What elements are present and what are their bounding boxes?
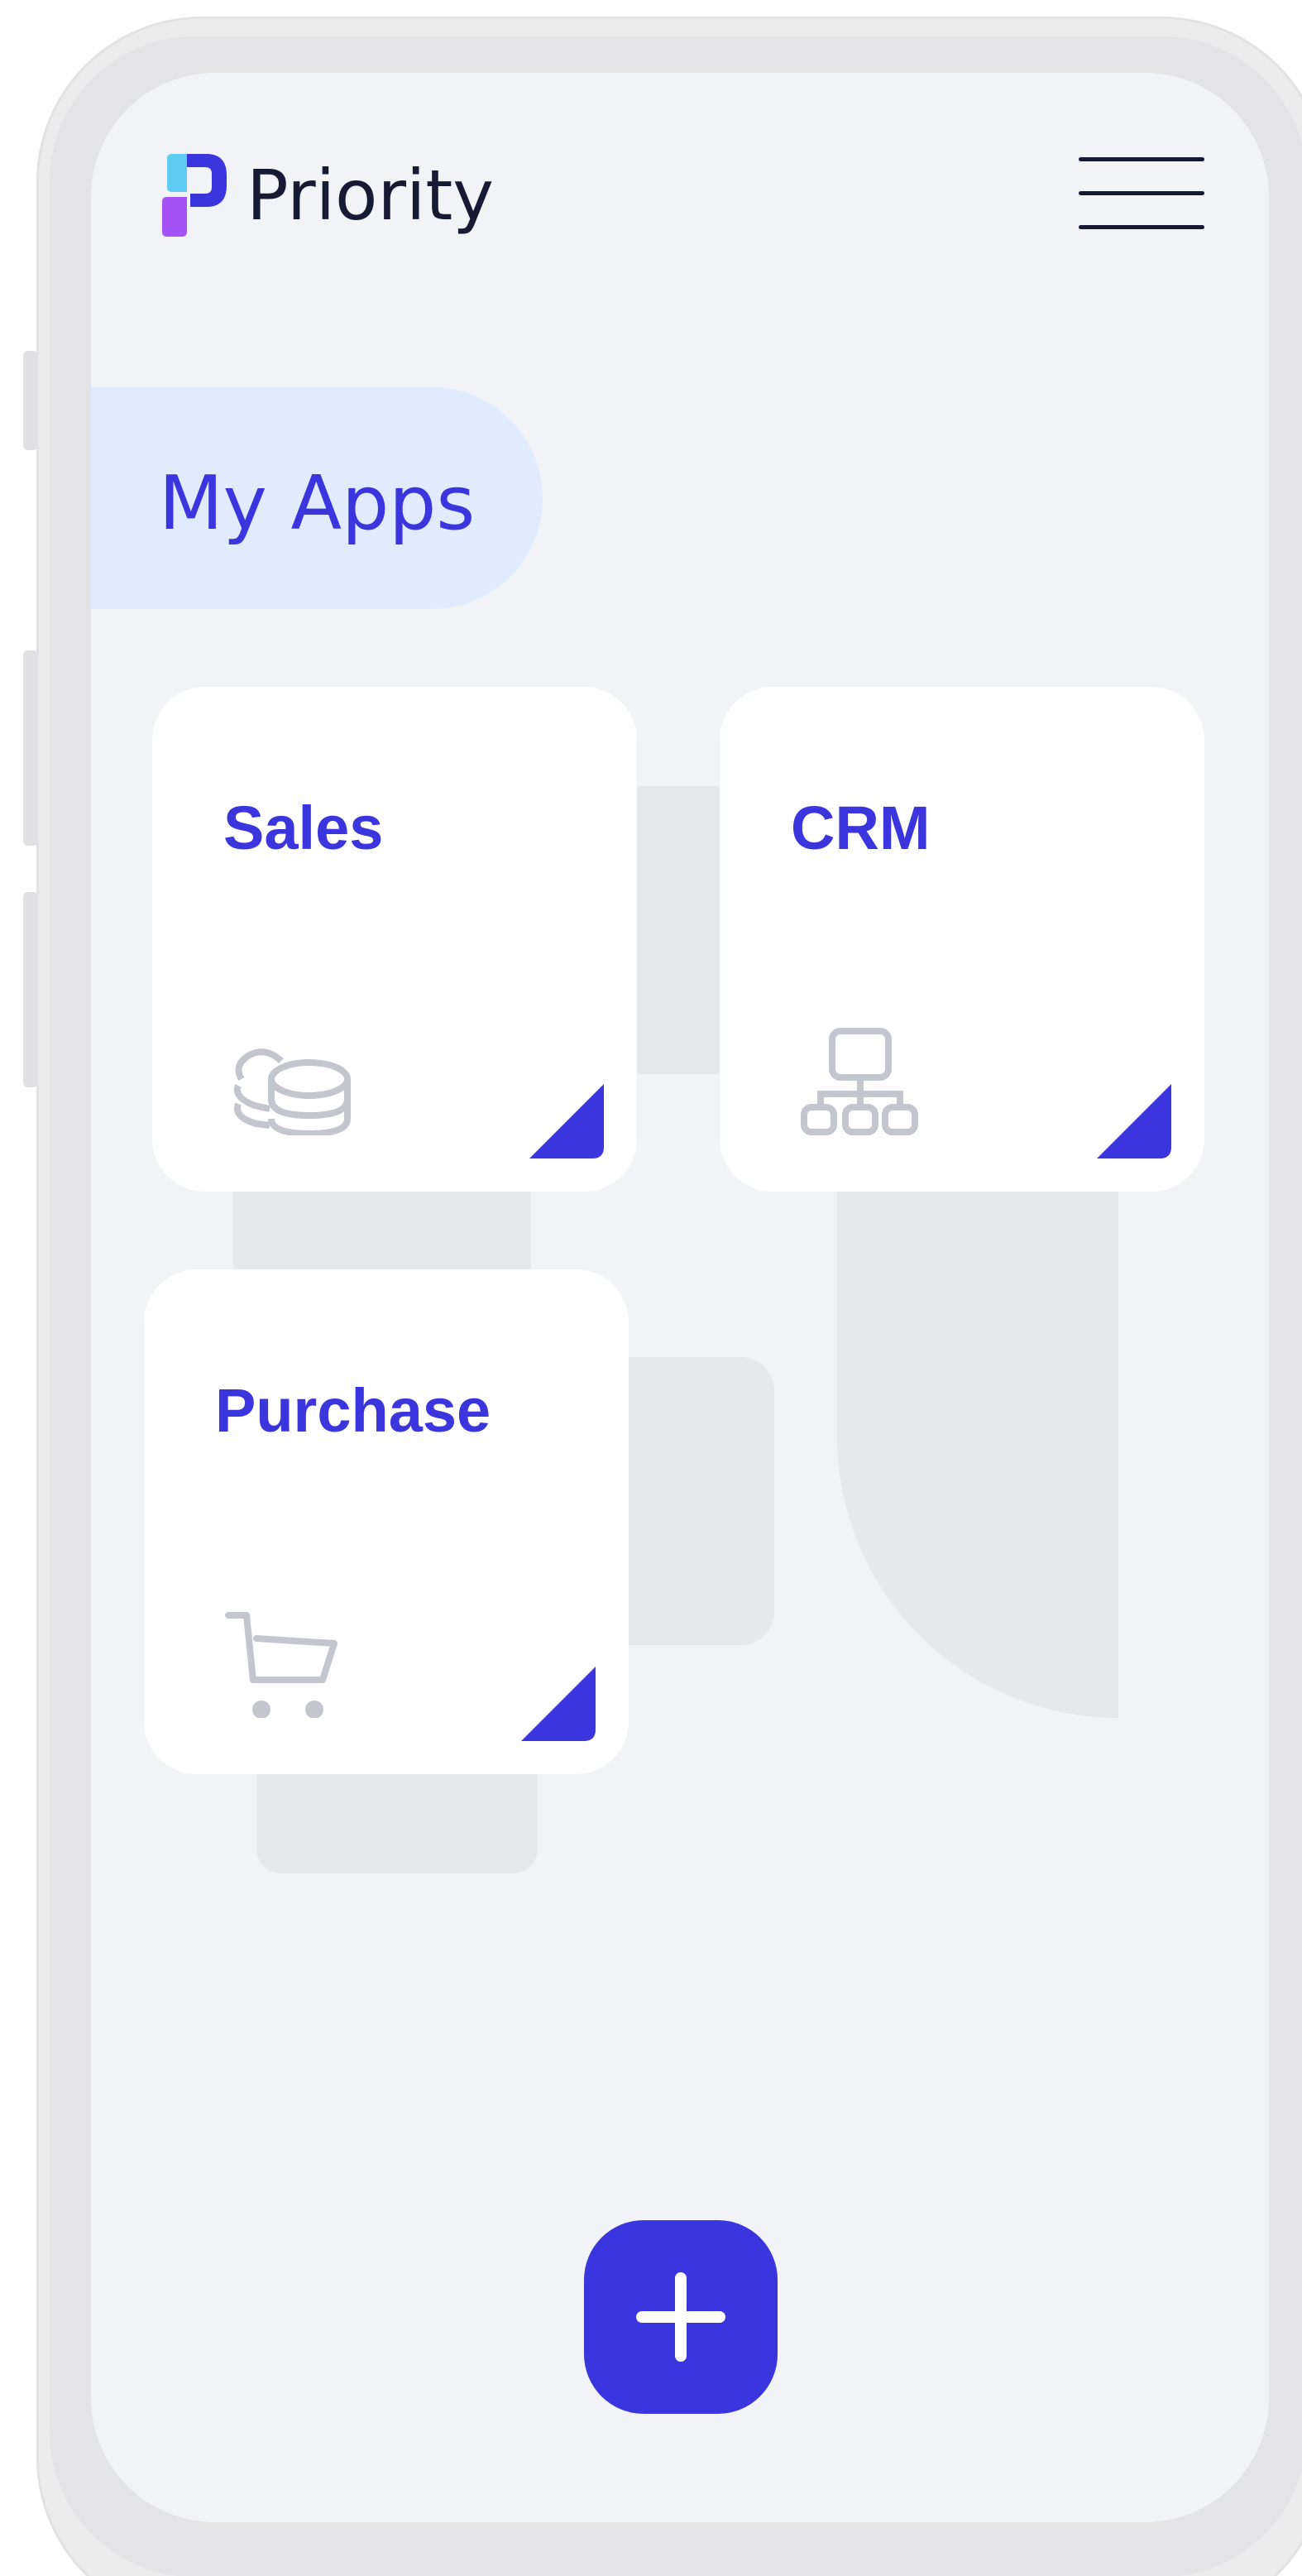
section-title: My Apps	[159, 460, 476, 547]
add-app-button[interactable]	[584, 2220, 778, 2414]
priority-logo-icon	[162, 154, 227, 237]
org-chart-icon	[801, 1028, 918, 1135]
hamburger-menu-icon[interactable]	[1079, 156, 1204, 232]
app-tile-sales[interactable]: Sales	[152, 687, 637, 1192]
brand-name: Priority	[247, 155, 494, 236]
app-screen: Priority My Apps Sales CRM Purchase	[91, 73, 1269, 2522]
shopping-cart-icon	[225, 1612, 337, 1718]
app-tile-label: CRM	[791, 794, 931, 862]
tile-corner-indicator	[1097, 1084, 1171, 1158]
plus-icon	[636, 2272, 725, 2362]
tile-corner-indicator	[529, 1084, 604, 1158]
decor-shape	[837, 1149, 1118, 1718]
app-tile-label: Purchase	[215, 1376, 491, 1445]
phone-mockup: Priority My Apps Sales CRM Purchase	[0, 0, 1302, 2576]
brand-logo[interactable]: Priority	[159, 152, 494, 238]
app-tile-purchase[interactable]: Purchase	[144, 1269, 629, 1774]
coins-stack-icon	[234, 1048, 351, 1135]
tile-corner-indicator	[521, 1667, 596, 1741]
app-tile-label: Sales	[223, 794, 384, 862]
app-tile-crm[interactable]: CRM	[720, 687, 1204, 1192]
